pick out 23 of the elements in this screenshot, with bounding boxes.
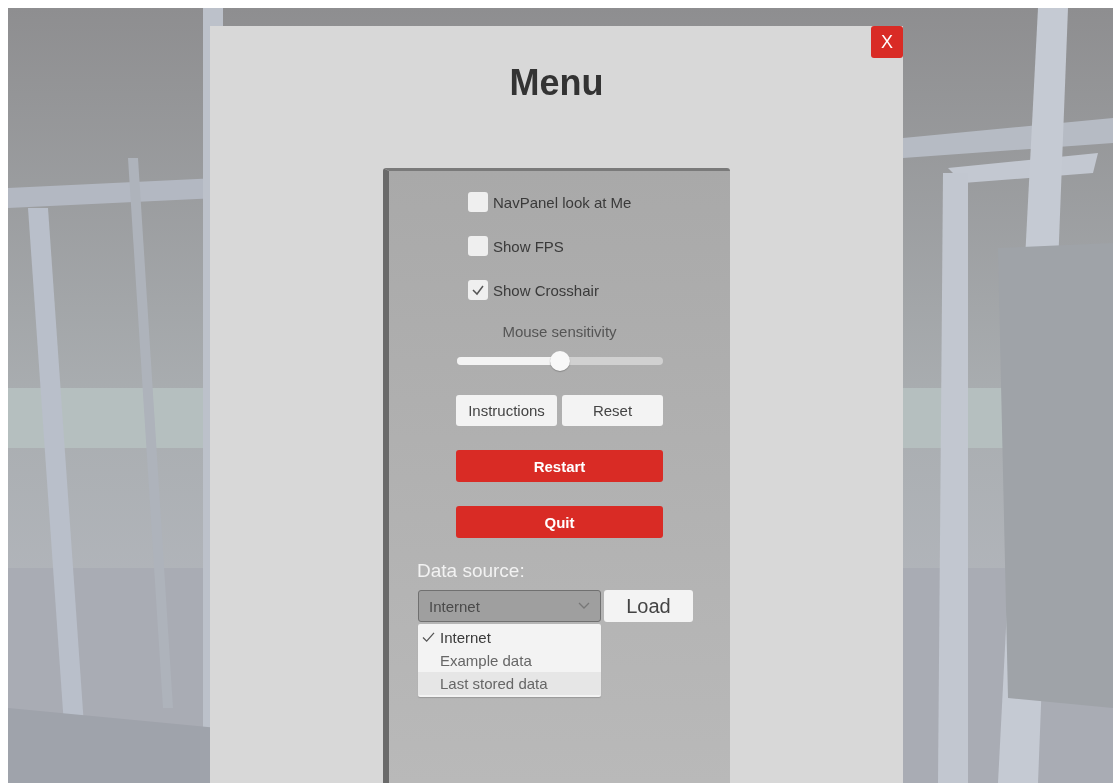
checkbox-label: Show Crosshair <box>493 281 599 299</box>
checkbox[interactable] <box>468 280 488 300</box>
dropdown-option[interactable]: Last stored data <box>418 672 601 695</box>
check-icon <box>422 632 435 643</box>
dropdown-option[interactable]: Example data <box>418 649 601 672</box>
menu-button[interactable]: Restart <box>456 450 663 482</box>
checkbox[interactable] <box>468 192 488 212</box>
menu-button[interactable]: Instructions <box>456 395 557 426</box>
data-source-label: Data source: <box>417 560 525 582</box>
checkbox-label: Show FPS <box>493 237 564 255</box>
chevron-down-icon <box>578 602 590 610</box>
menu-button[interactable]: Quit <box>456 506 663 538</box>
slider-thumb[interactable] <box>549 351 570 371</box>
slider-label: Mouse sensitivity <box>502 323 617 341</box>
checkbox-label: NavPanel look at Me <box>493 193 632 211</box>
load-button[interactable]: Load <box>604 590 693 622</box>
sensitivity-slider[interactable] <box>456 351 663 371</box>
checkbox[interactable] <box>468 236 488 256</box>
menu-title: Menu <box>509 63 604 103</box>
data-source-dropdown[interactable]: Internet <box>418 590 601 622</box>
close-button[interactable]: X <box>871 26 903 58</box>
menu-button[interactable]: Reset <box>562 395 663 426</box>
dropdown-option[interactable]: Internet <box>418 626 601 649</box>
